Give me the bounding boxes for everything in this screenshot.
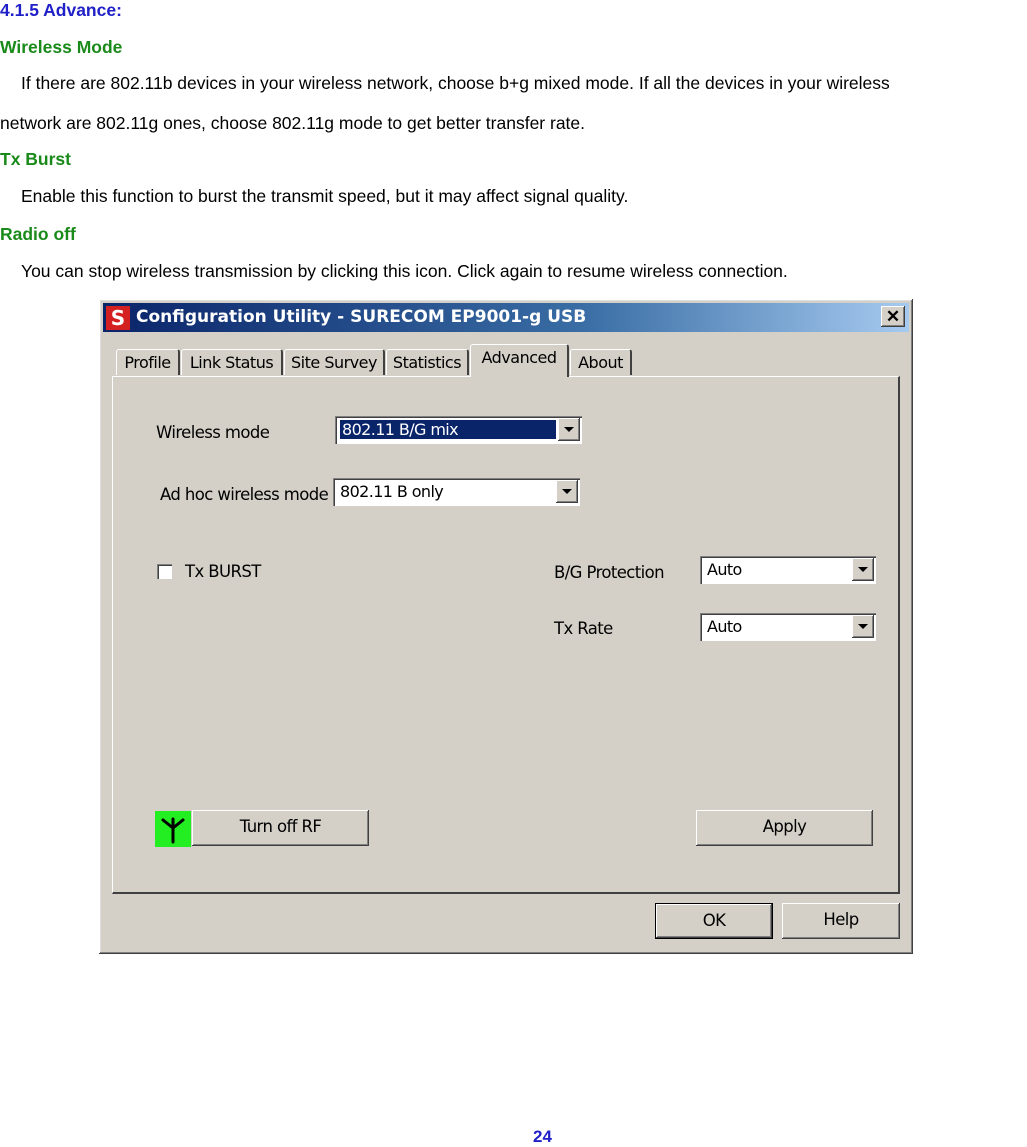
wireless-mode-value: 802.11 B/G mix bbox=[339, 419, 557, 440]
chevron-down-icon[interactable] bbox=[852, 558, 874, 581]
title-bar[interactable]: S Configuration Utility - SURECOM EP9001… bbox=[103, 303, 909, 332]
antenna-icon[interactable] bbox=[155, 811, 191, 847]
tab-link-status[interactable]: Link Status bbox=[181, 349, 283, 375]
radio-off-heading: Radio off bbox=[0, 224, 76, 244]
window-title: Configuration Utility - SURECOM EP9001-g… bbox=[136, 307, 587, 327]
wireless-mode-text-line1: If there are 802.11b devices in your wir… bbox=[21, 73, 890, 93]
bg-protection-select[interactable]: Auto bbox=[700, 556, 876, 584]
tx-burst-label: Tx BURST bbox=[185, 562, 261, 581]
section-title: 4.1.5 Advance: bbox=[0, 0, 122, 20]
tx-burst-text: Enable this function to burst the transm… bbox=[21, 186, 629, 206]
tab-statistics[interactable]: Statistics bbox=[386, 349, 469, 375]
adhoc-mode-select[interactable]: 802.11 B only bbox=[333, 478, 580, 506]
tab-about[interactable]: About bbox=[570, 349, 632, 375]
apply-button[interactable]: Apply bbox=[696, 810, 873, 846]
tx-burst-heading: Tx Burst bbox=[0, 149, 71, 169]
turn-off-rf-button[interactable]: Turn off RF bbox=[192, 810, 369, 846]
tab-site-survey[interactable]: Site Survey bbox=[284, 349, 385, 375]
help-button[interactable]: Help bbox=[782, 903, 900, 939]
tx-rate-label: Tx Rate bbox=[554, 619, 613, 638]
wireless-mode-heading: Wireless Mode bbox=[0, 37, 123, 57]
app-logo-icon: S bbox=[106, 306, 130, 330]
wireless-mode-select[interactable]: 802.11 B/G mix bbox=[335, 416, 582, 444]
bg-protection-label: B/G Protection bbox=[554, 563, 665, 582]
tx-rate-value: Auto bbox=[707, 617, 742, 636]
adhoc-mode-label: Ad hoc wireless mode bbox=[160, 485, 329, 504]
page-number: 24 bbox=[533, 1127, 552, 1146]
tab-profile[interactable]: Profile bbox=[116, 349, 180, 375]
ok-button[interactable]: OK bbox=[655, 903, 773, 939]
adhoc-mode-value: 802.11 B only bbox=[340, 482, 444, 501]
tx-burst-checkbox[interactable] bbox=[157, 564, 172, 579]
chevron-down-icon[interactable] bbox=[558, 418, 580, 441]
tx-rate-select[interactable]: Auto bbox=[700, 613, 876, 641]
bg-protection-value: Auto bbox=[707, 560, 742, 579]
wireless-mode-text-line2: network are 802.11g ones, choose 802.11g… bbox=[0, 113, 586, 133]
tab-advanced[interactable]: Advanced bbox=[470, 344, 569, 377]
radio-off-text: You can stop wireless transmission by cl… bbox=[21, 261, 788, 281]
chevron-down-icon[interactable] bbox=[556, 480, 578, 503]
wireless-mode-label: Wireless mode bbox=[156, 423, 270, 442]
close-button[interactable]: ✕ bbox=[881, 306, 905, 327]
chevron-down-icon[interactable] bbox=[852, 615, 874, 638]
